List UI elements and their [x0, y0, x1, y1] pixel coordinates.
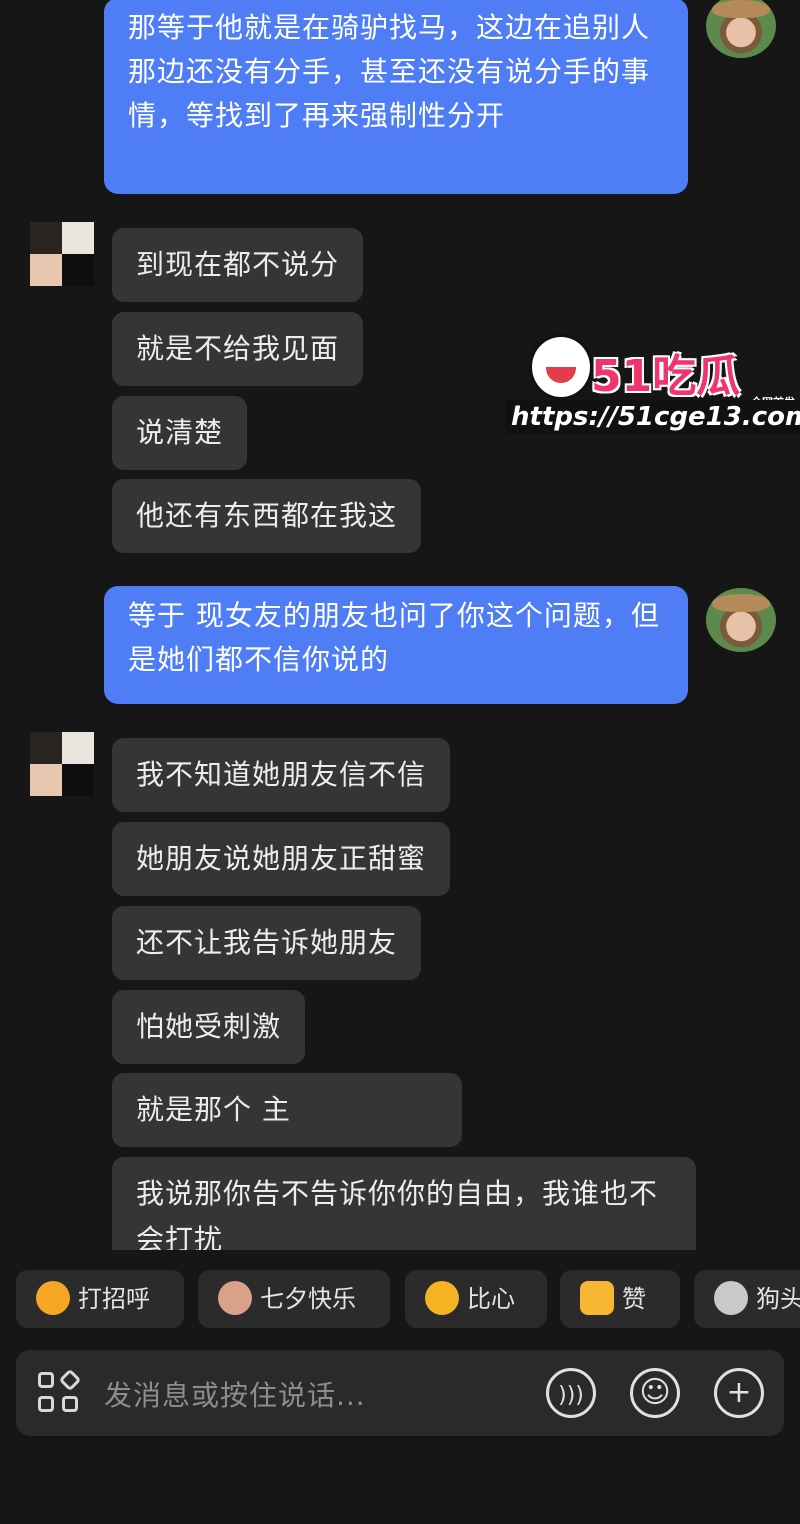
incoming-message[interactable]: 我说那你告不告诉你你的自由，我谁也不会打扰 [112, 1157, 696, 1250]
message-text: 怕她受刺激 [136, 1010, 282, 1043]
incoming-message[interactable]: 怕她受刺激 [112, 990, 306, 1064]
my-avatar[interactable] [706, 0, 776, 58]
chip-label: 比心 [467, 1285, 515, 1313]
outgoing-message[interactable]: 等于 现女友的朋友也问了你这个问题，但是她们都不信你说的 [104, 586, 688, 704]
apps-grid-icon[interactable] [38, 1368, 82, 1416]
outgoing-message[interactable]: 那等于他就是在骑驴找马，这边在追别人那边还没有分手，甚至还没有说分手的事情，等找… [104, 0, 688, 194]
incoming-message[interactable]: 还不让我告诉她朋友 [112, 906, 422, 980]
watermark-mascot-icon [529, 334, 593, 400]
message-text: 等于 现女友的朋友也问了你这个问题，但是她们都不信你说的 [128, 599, 660, 676]
quick-reply-chip[interactable]: 狗头 [694, 1270, 800, 1328]
chip-label: 七夕快乐 [260, 1285, 356, 1313]
contact-avatar[interactable] [30, 222, 94, 286]
watermark-url: https://51cge13.com [505, 400, 800, 434]
message-input-bar: 发消息或按住说话... ))) ☺ + [16, 1350, 784, 1436]
emoji-button[interactable]: ☺ [630, 1368, 680, 1418]
voice-button[interactable]: ))) [546, 1368, 596, 1418]
watermark: 51吃瓜 全网首发 https://51cge13.com [505, 332, 800, 438]
voice-wave-icon: ))) [558, 1383, 584, 1408]
chat-area[interactable]: 那等于他就是在骑驴找马，这边在追别人那边还没有分手，甚至还没有说分手的事情，等找… [0, 0, 800, 1250]
message-text: 那等于他就是在骑驴找马，这边在追别人那边还没有分手，甚至还没有说分手的事情，等找… [128, 11, 651, 132]
quick-reply-chip[interactable]: 比心 [405, 1270, 547, 1328]
message-text: 他还有东西都在我这 [136, 499, 398, 532]
thumbs-up-icon [580, 1281, 614, 1315]
message-text: 就是不给我见面 [136, 332, 340, 365]
magpie-icon [218, 1281, 252, 1315]
doge-icon [714, 1281, 748, 1315]
incoming-message[interactable]: 她朋友说她朋友正甜蜜 [112, 822, 451, 896]
message-text: 就是那个 主 [136, 1093, 291, 1126]
incoming-message[interactable]: 到现在都不说分 [112, 228, 364, 302]
message-text: 说清楚 [136, 416, 224, 449]
incoming-message[interactable]: 就是不给我见面 [112, 312, 364, 386]
incoming-message[interactable]: 我不知道她朋友信不信 [112, 738, 451, 812]
chip-label: 狗头 [756, 1285, 800, 1313]
message-text: 到现在都不说分 [136, 248, 340, 281]
incoming-message[interactable]: 他还有东西都在我这 [112, 479, 422, 553]
more-plus-button[interactable]: + [714, 1368, 764, 1418]
message-text: 我说那你告不告诉你你的自由，我谁也不会打扰 [136, 1177, 659, 1250]
smile-emoji-icon [36, 1281, 70, 1315]
heart-hand-emoji-icon [425, 1281, 459, 1315]
message-input[interactable]: 发消息或按住说话... [104, 1374, 366, 1414]
quick-reply-chip[interactable]: 打招呼 [16, 1270, 184, 1328]
quick-reply-chip[interactable]: 七夕快乐 [198, 1270, 390, 1328]
message-text: 还不让我告诉她朋友 [136, 926, 398, 959]
incoming-message[interactable]: 就是那个 主 [112, 1073, 462, 1147]
message-text: 我不知道她朋友信不信 [136, 758, 427, 791]
my-avatar[interactable] [706, 588, 776, 652]
plus-icon: + [726, 1375, 752, 1410]
message-text: 她朋友说她朋友正甜蜜 [136, 842, 427, 875]
quick-reply-bar[interactable]: 打招呼 七夕快乐 比心 赞 狗头 [0, 1270, 800, 1330]
chip-label: 打招呼 [78, 1285, 150, 1313]
quick-reply-chip[interactable]: 赞 [560, 1270, 680, 1328]
chip-label: 赞 [622, 1285, 646, 1313]
contact-avatar[interactable] [30, 732, 94, 796]
incoming-message[interactable]: 说清楚 [112, 396, 248, 470]
smiley-face-icon: ☺ [639, 1375, 671, 1410]
watermark-brand: 51吃瓜 [591, 351, 741, 402]
